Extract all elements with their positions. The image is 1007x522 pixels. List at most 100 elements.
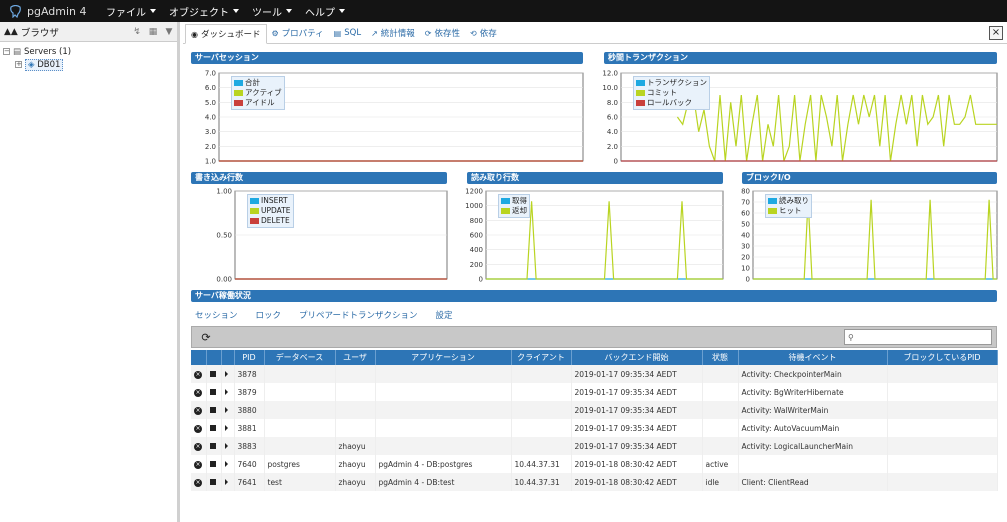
terminate-cell[interactable]: × (191, 455, 207, 473)
terminate-cell[interactable]: × (191, 419, 207, 437)
expand-icon[interactable]: + (15, 61, 22, 68)
caret-right-icon[interactable] (224, 424, 228, 431)
tab-dashboard[interactable]: ◉ ダッシュボード (185, 24, 267, 44)
stop-icon[interactable] (209, 442, 216, 449)
terminate-icon[interactable]: × (194, 425, 202, 433)
cell-state (702, 365, 739, 383)
header-application[interactable]: アプリケーション (375, 350, 512, 365)
cell-state: active (702, 455, 739, 473)
header-user[interactable]: ユーザ (335, 350, 376, 365)
header-blocking-pid[interactable]: ブロックしているPID (887, 350, 998, 365)
expand-cell[interactable] (221, 437, 235, 455)
y-tick-label: 30 (741, 243, 750, 251)
stop-icon[interactable] (209, 460, 216, 467)
terminate-icon[interactable]: × (194, 443, 202, 451)
dashboard-icon: ◉ (191, 29, 198, 39)
header-pid[interactable]: PID (234, 350, 265, 365)
cell-backend-start: 2019-01-17 09:35:34 AEDT (571, 365, 703, 383)
subtab-sessions[interactable]: セッション (195, 309, 238, 321)
cancel-cell[interactable] (206, 473, 222, 491)
table-icon[interactable]: ▦ (145, 24, 161, 40)
close-panel-button[interactable]: × (989, 26, 1003, 40)
binoculars-icon: ▲▲ (4, 26, 18, 37)
refresh-button[interactable]: ⟳ (195, 328, 217, 346)
caret-right-icon[interactable] (224, 478, 228, 485)
header-wait-event[interactable]: 待機イベント (738, 350, 888, 365)
y-tick-label: 12.0 (602, 70, 618, 78)
stop-icon[interactable] (209, 370, 216, 377)
terminate-icon[interactable]: × (194, 389, 202, 397)
header-state[interactable]: 状態 (702, 350, 739, 365)
table-row[interactable]: × 7641 test zhaoyu pgAdmin 4 - DB:test 10.44.… (191, 473, 998, 491)
caret-right-icon[interactable] (224, 388, 228, 395)
blockio-legend: 読み取り ヒット (765, 194, 812, 218)
terminate-icon[interactable]: × (194, 407, 202, 415)
header-database[interactable]: データベース (264, 350, 336, 365)
cancel-cell[interactable] (206, 365, 222, 383)
caret-right-icon[interactable] (224, 460, 228, 467)
cancel-cell[interactable] (206, 455, 222, 473)
expand-cell[interactable] (221, 383, 235, 401)
terminate-cell[interactable]: × (191, 473, 207, 491)
tab-dependents[interactable]: ⟲ 依存 (465, 23, 502, 43)
stop-icon[interactable] (209, 388, 216, 395)
cancel-cell[interactable] (206, 437, 222, 455)
tab-properties[interactable]: ⚙ プロパティ (267, 23, 329, 43)
expand-cell[interactable] (221, 419, 235, 437)
expand-cell[interactable] (221, 455, 235, 473)
tab-dependencies[interactable]: ⟳ 依存性 (420, 23, 465, 43)
terminate-cell[interactable]: × (191, 383, 207, 401)
stop-icon[interactable] (209, 406, 216, 413)
terminate-cell[interactable]: × (191, 401, 207, 419)
cell-state (702, 437, 739, 455)
search-input[interactable]: ⚲ (844, 329, 992, 345)
y-tick-label: 10.0 (602, 84, 618, 92)
filter-icon[interactable]: ▼ (161, 24, 177, 40)
tab-sql[interactable]: ▤ SQL (329, 23, 366, 43)
tab-statistics[interactable]: ↗ 統計情報 (366, 23, 420, 43)
brand[interactable]: pgAdmin 4 (8, 4, 106, 18)
lightning-icon[interactable]: ↯ (129, 24, 145, 40)
subtab-prepared[interactable]: プリペアードトランザクション (299, 309, 418, 321)
terminate-icon[interactable]: × (194, 479, 202, 487)
caret-right-icon[interactable] (224, 370, 228, 377)
table-row[interactable]: × 3883 zhaoyu 2019-01-17 09:35:34 AEDT Activ… (191, 437, 998, 455)
line-chart-icon: ↗ (371, 28, 378, 38)
terminate-icon[interactable]: × (194, 371, 202, 379)
table-row[interactable]: × 3878 2019-01-17 09:35:34 AEDT Activity: C… (191, 365, 998, 383)
header-client[interactable]: クライアント (511, 350, 572, 365)
terminate-icon[interactable]: × (194, 461, 202, 469)
server-node[interactable]: ◈ DB01 (25, 58, 64, 71)
tree-server-db01[interactable]: + ◈ DB01 (3, 58, 177, 71)
sessions-chart-title: サーバセッション (191, 52, 583, 64)
table-row[interactable]: × 3879 2019-01-17 09:35:34 AEDT Activity: B… (191, 383, 998, 401)
caret-right-icon[interactable] (224, 406, 228, 413)
tree-servers[interactable]: − ▤ Servers (1) (3, 45, 177, 58)
collapse-icon[interactable]: − (3, 48, 10, 55)
servers-icon: ▤ (13, 46, 22, 57)
caret-right-icon[interactable] (224, 442, 228, 449)
menu-help[interactable]: ヘルプ (305, 4, 345, 19)
menu-object[interactable]: オブジェクト (169, 4, 239, 19)
menu-tools[interactable]: ツール (252, 4, 292, 19)
expand-cell[interactable] (221, 401, 235, 419)
cell-pid: 3879 (234, 383, 265, 401)
terminate-cell[interactable]: × (191, 365, 207, 383)
cancel-cell[interactable] (206, 383, 222, 401)
cancel-cell[interactable] (206, 401, 222, 419)
stop-icon[interactable] (209, 424, 216, 431)
menu-file[interactable]: ファイル (106, 4, 156, 19)
subtab-locks[interactable]: ロック (256, 309, 282, 321)
table-row[interactable]: × 7640 postgres zhaoyu pgAdmin 4 - DB:postgr… (191, 455, 998, 473)
stop-icon[interactable] (209, 478, 216, 485)
expand-cell[interactable] (221, 365, 235, 383)
y-tick-label: 1000 (465, 202, 483, 210)
table-row[interactable]: × 3880 2019-01-17 09:35:34 AEDT Activity: W… (191, 401, 998, 419)
header-backend-start[interactable]: バックエンド開始 (571, 350, 703, 365)
subtab-config[interactable]: 設定 (436, 309, 453, 321)
terminate-cell[interactable]: × (191, 437, 207, 455)
table-row[interactable]: × 3881 2019-01-17 09:35:34 AEDT Activity: A… (191, 419, 998, 437)
cancel-cell[interactable] (206, 419, 222, 437)
expand-cell[interactable] (221, 473, 235, 491)
y-tick-label: 20 (741, 254, 750, 262)
